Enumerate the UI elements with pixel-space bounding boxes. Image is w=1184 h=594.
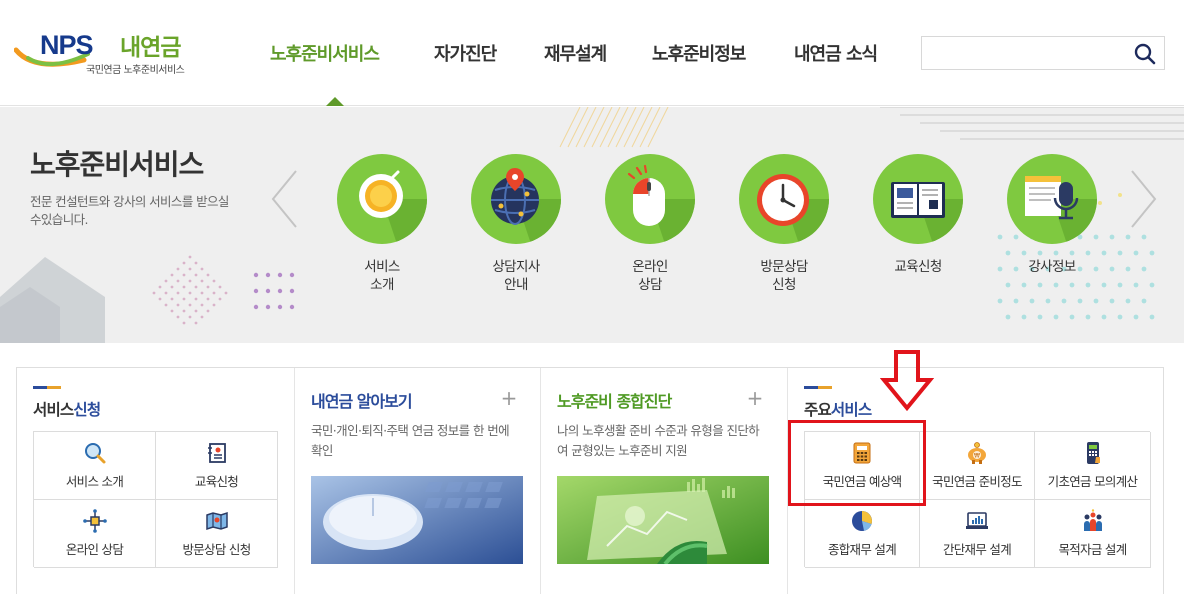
service-apply-section: 서비스신청 서비스 소개 교육신청 온라인 상담 방문상담 신청 <box>17 368 294 594</box>
online-consult-link[interactable]: 온라인 상담 <box>595 152 705 302</box>
prev-arrow-icon[interactable] <box>270 169 300 229</box>
highlight-box <box>788 420 926 506</box>
family-icon <box>1083 509 1102 531</box>
grid-item-label: 온라인 상담 <box>65 542 124 557</box>
grid-item-basic-pension-calc[interactable]: 기초연금 모의계산 <box>1035 432 1151 500</box>
grid-item-label: 교육신청 <box>194 474 239 489</box>
search-box <box>921 36 1165 70</box>
grid-item-service-intro[interactable]: 서비스 소개 <box>34 432 156 500</box>
nav-retirement-service[interactable]: 노후준비서비스 <box>270 40 380 66</box>
branch-info-link[interactable]: 상담지사 안내 <box>461 152 571 302</box>
nav-retirement-info[interactable]: 노후준비정보 <box>652 40 746 66</box>
grid-item-label: 기초연금 모의계산 <box>1047 474 1138 489</box>
grid-item-label: 서비스 소개 <box>65 474 124 489</box>
service-label: 강사정보 <box>1028 259 1076 275</box>
section-accent-bar <box>804 386 832 389</box>
grid-item-education[interactable]: 교육신청 <box>156 432 278 500</box>
diagnosis-chart-image <box>557 476 769 564</box>
search-icon[interactable] <box>1134 43 1156 65</box>
keyboard-mouse-image <box>311 476 523 564</box>
section-accent-bar <box>33 386 61 389</box>
nav-financial-planning[interactable]: 재무설계 <box>544 40 607 66</box>
phone-calculator-icon <box>1086 442 1100 464</box>
banner-title: 노후준비서비스 <box>30 148 204 181</box>
service-label: 상담지사 안내 <box>492 259 540 293</box>
service-label: 방문상담 신청 <box>760 259 808 293</box>
notebook-icon <box>207 443 226 463</box>
grid-item-label: 간단재무 설계 <box>942 542 1012 557</box>
banner-description: 전문 컨설턴트와 강사의 서비스를 받으실 수있습니다. <box>30 194 229 227</box>
laptop-chart-icon <box>966 512 988 529</box>
instructor-info-link[interactable]: 강사정보 <box>997 152 1107 302</box>
logo-subtitle: 국민연금 노후준비서비스 <box>86 65 185 76</box>
service-label: 서비스 소개 <box>364 259 400 293</box>
main-content: 서비스신청 서비스 소개 교육신청 온라인 상담 방문상담 신청 내연금 알아보… <box>16 367 1164 594</box>
grid-item-comprehensive-plan[interactable]: 종합재무 설계 <box>805 500 920 568</box>
grid-item-simple-plan[interactable]: 간단재무 설계 <box>920 500 1035 568</box>
mouse-icon <box>605 154 695 244</box>
search-input[interactable] <box>930 43 1126 65</box>
next-arrow-icon[interactable] <box>1128 169 1158 229</box>
globe-pin-icon <box>471 154 561 244</box>
pension-info-card[interactable]: 내연금 알아보기 + 국민·개인·퇴직·주택 연금 정보를 한 번에 확인 <box>294 368 540 594</box>
logo-brand: NPS <box>40 30 94 60</box>
network-icon <box>82 509 107 533</box>
card-title: 노후준비 종합진단 <box>557 392 672 411</box>
site-logo[interactable]: NPS 내연금 국민연금 노후준비서비스 <box>14 28 204 78</box>
more-plus-icon[interactable]: + <box>499 386 519 410</box>
clock-icon <box>739 154 829 244</box>
section-title: 서비스신청 <box>33 401 101 419</box>
more-plus-icon[interactable]: + <box>745 386 765 410</box>
grid-item-online-consult[interactable]: 온라인 상담 <box>34 500 156 568</box>
red-arrow-down-icon <box>880 350 934 412</box>
service-intro-link[interactable]: 서비스 소개 <box>327 152 437 302</box>
pie-chart-icon <box>852 511 872 531</box>
grid-item-label: 국민연금 준비정도 <box>932 474 1022 489</box>
card-description: 국민·개인·퇴직·주택 연금 정보를 한 번에 확인 <box>311 423 510 458</box>
section-title: 주요서비스 <box>804 401 872 419</box>
svg-text:₩: ₩ <box>974 453 980 460</box>
card-description: 나의 노후생활 준비 수준과 유형을 진단하여 균형있는 노후준비 지원 <box>557 423 760 458</box>
education-apply-link[interactable]: 교육신청 <box>863 152 973 302</box>
map-icon <box>205 511 228 531</box>
book-icon <box>873 154 963 244</box>
coin-icon <box>337 154 427 244</box>
service-apply-grid: 서비스 소개 교육신청 온라인 상담 방문상담 신청 <box>33 431 278 568</box>
nav-self-diagnosis[interactable]: 자가진단 <box>434 40 497 66</box>
grid-item-purpose-fund-plan[interactable]: 목적자금 설계 <box>1035 500 1151 568</box>
magnifier-icon <box>84 443 105 464</box>
logo-name: 내연금 <box>120 35 181 61</box>
grid-item-visit-consult[interactable]: 방문상담 신청 <box>156 500 278 568</box>
active-nav-indicator <box>326 97 344 106</box>
grid-item-label: 종합재무 설계 <box>827 542 897 557</box>
nav-news[interactable]: 내연금 소식 <box>794 40 878 66</box>
visit-consult-link[interactable]: 방문상담 신청 <box>729 152 839 302</box>
grid-item-label: 방문상담 신청 <box>182 542 251 557</box>
service-label: 교육신청 <box>894 259 942 275</box>
microphone-icon <box>1007 154 1097 244</box>
site-header: NPS 내연금 국민연금 노후준비서비스 노후준비서비스 자가진단 재무설계 노… <box>0 0 1184 106</box>
diagnosis-card[interactable]: 노후준비 종합진단 + 나의 노후생활 준비 수준과 유형을 진단하여 균형있는… <box>540 368 787 594</box>
piggy-bank-icon: ₩ <box>968 442 986 464</box>
service-banner: 노후준비서비스 전문 컨설턴트와 강사의 서비스를 받으실 수있습니다. 서비스… <box>0 107 1184 343</box>
service-label: 온라인 상담 <box>632 259 668 293</box>
grid-item-pension-readiness[interactable]: ₩ 국민연금 준비정도 <box>920 432 1035 500</box>
grid-item-label: 목적자금 설계 <box>1058 542 1127 557</box>
card-title: 내연금 알아보기 <box>311 392 413 411</box>
